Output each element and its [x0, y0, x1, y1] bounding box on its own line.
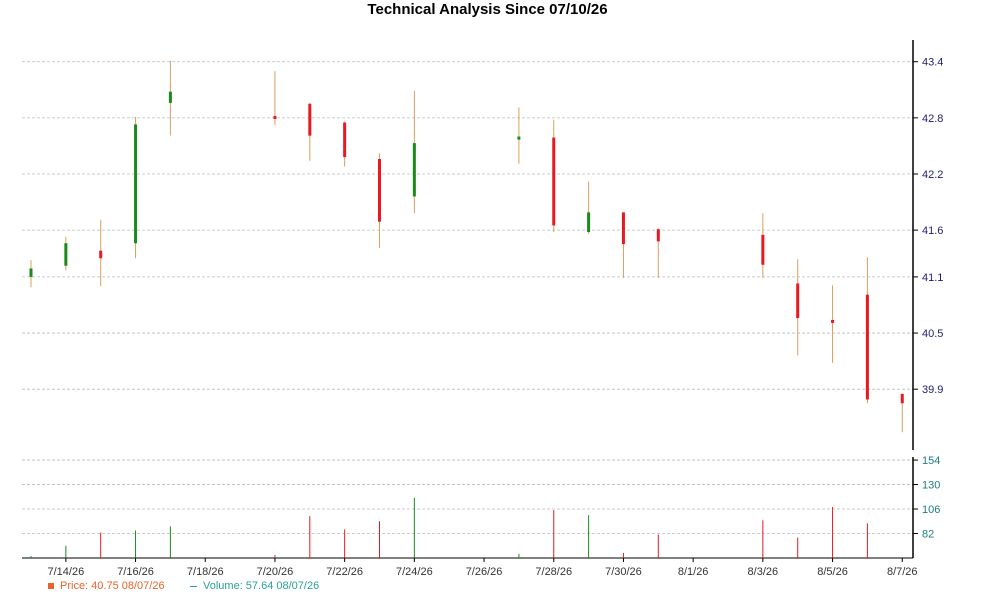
- price-candles: [29, 60, 904, 433]
- candle-body: [412, 143, 416, 197]
- candle-body: [134, 124, 138, 244]
- candle-body: [308, 103, 312, 136]
- x-tick-label: 7/18/26: [187, 566, 224, 578]
- volume-legend-icon: [190, 585, 197, 587]
- candle-body: [29, 268, 33, 277]
- legend-volume: Volume: 57.64 08/07/26: [190, 580, 319, 592]
- price-tick-label: 42.8: [922, 113, 943, 125]
- x-tick-label: 7/26/26: [466, 566, 503, 578]
- volume-tick-label: 106: [922, 504, 940, 516]
- axes: [22, 40, 918, 562]
- x-tick-label: 8/1/26: [678, 566, 709, 578]
- volume-tick-label: 130: [922, 480, 940, 492]
- volume-tick-label: 82: [922, 529, 934, 541]
- price-tick-label: 40.5: [922, 328, 943, 340]
- candle-body: [865, 294, 869, 400]
- candle-body: [796, 283, 800, 319]
- legend-volume-text: Volume: 57.64 08/07/26: [203, 580, 320, 592]
- x-tick-label: 7/24/26: [396, 566, 433, 578]
- price-legend-icon: [48, 583, 54, 590]
- price-tick-label: 41.1: [922, 272, 943, 284]
- candle-body: [900, 393, 904, 404]
- x-tick-label: 8/5/26: [817, 566, 848, 578]
- candle-body: [587, 212, 591, 232]
- volume-tick-label: 154: [922, 455, 940, 467]
- x-tick-label: 7/16/26: [117, 566, 154, 578]
- volume-bars: [30, 497, 868, 558]
- candle-body: [656, 229, 660, 242]
- candle-body: [64, 243, 68, 266]
- candle-body: [99, 250, 103, 259]
- x-tick-label: 7/22/26: [326, 566, 363, 578]
- x-tick-label: 8/7/26: [887, 566, 918, 578]
- legend-price-text: Price: 40.75 08/07/26: [60, 580, 165, 592]
- x-tick-label: 7/20/26: [257, 566, 294, 578]
- x-tick-label: 7/30/26: [605, 566, 642, 578]
- candle-body: [621, 212, 625, 245]
- grid-lines: [22, 61, 913, 534]
- x-tick-label: 7/28/26: [535, 566, 572, 578]
- candlestick-chart: 39.9 40.5 41.1 41.6 42.2 42.8 43.4 82 106 130 154 7…: [22, 40, 943, 578]
- candle-body: [378, 159, 381, 222]
- legend-price: Price: 40.75 08/07/26: [48, 580, 165, 592]
- tick-labels: 39.9 40.5 41.1 41.6 42.2 42.8 43.4 82 106 130 154 7…: [47, 57, 943, 578]
- candle-body: [761, 234, 765, 265]
- candle-body: [273, 115, 277, 119]
- candle-body: [831, 319, 835, 323]
- x-tick-label: 7/14/26: [47, 566, 84, 578]
- price-tick-label: 39.9: [922, 384, 943, 396]
- candle-body: [552, 137, 556, 226]
- x-tick-label: 8/3/26: [748, 566, 779, 578]
- price-tick-label: 42.2: [922, 169, 943, 181]
- candle-body: [517, 136, 521, 140]
- price-tick-label: 41.6: [922, 225, 943, 237]
- candle-body: [343, 122, 347, 158]
- price-tick-label: 43.4: [922, 57, 943, 69]
- candle-body: [168, 91, 172, 103]
